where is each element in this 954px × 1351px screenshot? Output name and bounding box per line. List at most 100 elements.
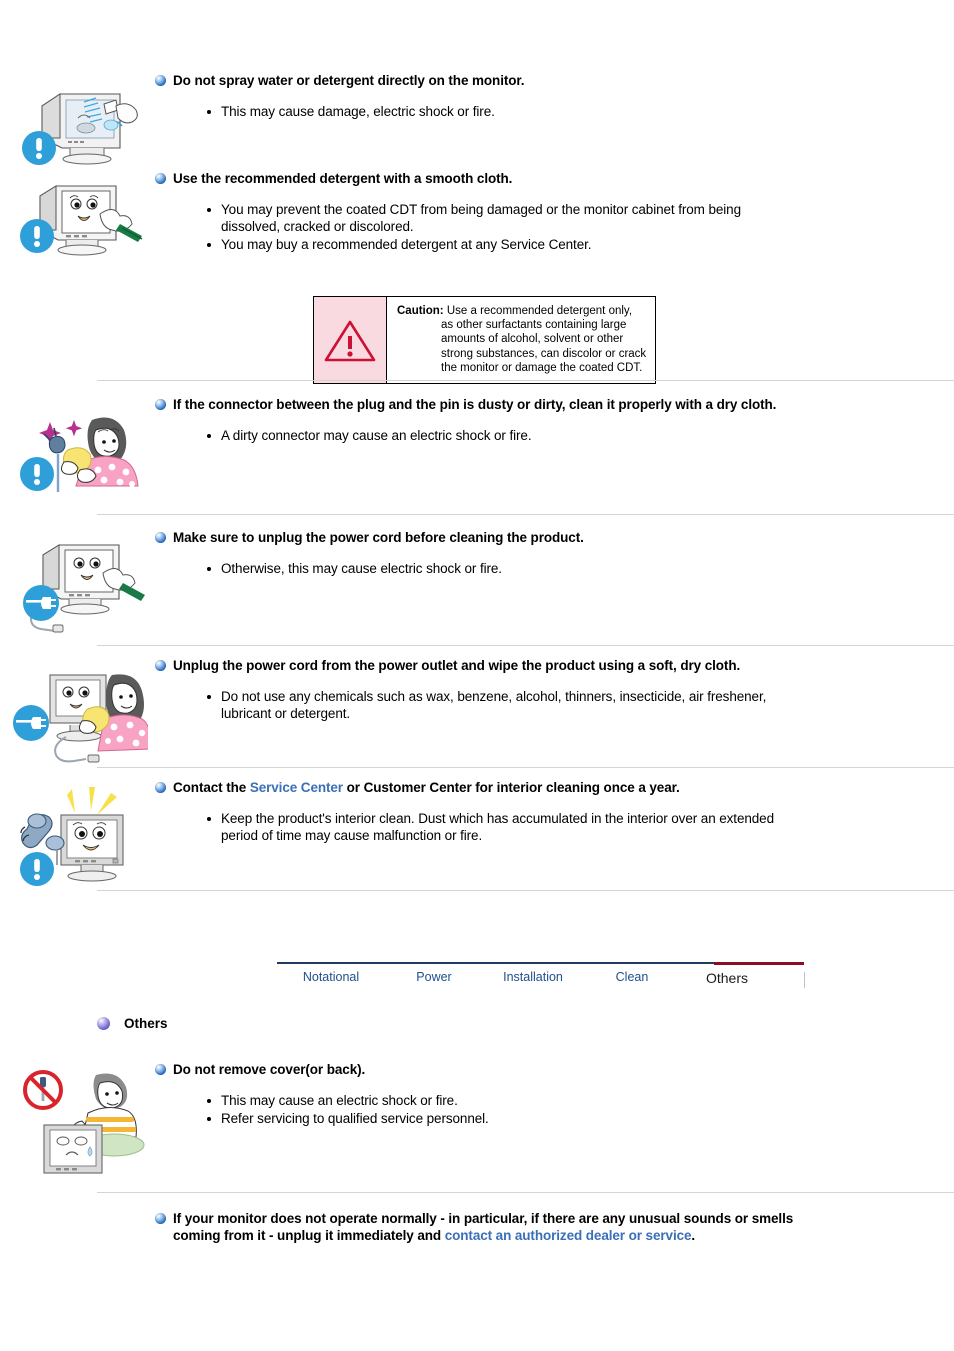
manual-page: Do not spray water or detergent directly… bbox=[0, 0, 954, 1351]
woman-wiping-monitor-illustration bbox=[8, 661, 148, 766]
no-screwdriver-open-cover-illustration bbox=[8, 1065, 148, 1175]
section-service-center: Contact the Service Center or Customer C… bbox=[0, 779, 954, 888]
caution-line-3: strong substances, can discolor or crack bbox=[441, 347, 647, 360]
figure-monitor-spray bbox=[0, 72, 155, 171]
list-item: Refer servicing to qualified service per… bbox=[207, 1110, 794, 1127]
text-wipe-soft-cloth: Unplug the power cord from the power out… bbox=[155, 657, 954, 723]
list-item: Otherwise, this may cause electric shock… bbox=[207, 560, 794, 577]
heading-text: Use the recommended detergent with a smo… bbox=[173, 171, 513, 186]
caution-line-2: amounts of alcohol, solvent or other bbox=[441, 333, 624, 346]
figure-woman-wiping bbox=[0, 657, 155, 766]
bullets-unplug-before-clean: Otherwise, this may cause electric shock… bbox=[155, 560, 794, 577]
blue-sphere-bullet-icon bbox=[155, 399, 166, 410]
bullets-wipe-soft-cloth: Do not use any chemicals such as wax, be… bbox=[155, 688, 794, 722]
caution-box: Caution: Use a recommended detergent onl… bbox=[313, 296, 657, 385]
heading-text: If the connector between the plug and th… bbox=[173, 397, 777, 412]
blue-sphere-bullet-icon bbox=[155, 1213, 166, 1224]
blue-sphere-bullet-icon bbox=[155, 1064, 166, 1075]
heading-text: Unplug the power cord from the power out… bbox=[173, 658, 741, 673]
heading-text: Do not remove cover(or back). bbox=[173, 1062, 366, 1077]
service-center-link[interactable]: Service Center bbox=[250, 780, 343, 795]
blue-sphere-bullet-icon bbox=[155, 782, 166, 793]
tab-clean[interactable]: Clean bbox=[583, 970, 681, 986]
tab-list: Notational Power Installation Clean Othe… bbox=[277, 970, 777, 986]
section-spray: Do not spray water or detergent directly… bbox=[0, 72, 954, 171]
list-item: This may cause damage, electric shock or… bbox=[207, 103, 794, 120]
bullets-spray: This may cause damage, electric shock or… bbox=[155, 103, 794, 120]
figure-monitor-wipe bbox=[0, 170, 155, 264]
list-item: You may buy a recommended detergent at a… bbox=[207, 236, 794, 253]
heading-text-post: . bbox=[691, 1228, 696, 1243]
heading-wipe-soft-cloth: Unplug the power cord from the power out… bbox=[155, 657, 794, 674]
heading-text-pre: Contact the bbox=[173, 780, 250, 795]
monitor-phone-call-illustration bbox=[9, 783, 147, 888]
caution-line-text: Use a recommended detergent only, bbox=[446, 305, 633, 317]
bullets-detergent: You may prevent the coated CDT from bein… bbox=[155, 201, 794, 253]
tab-active-indicator bbox=[714, 962, 804, 965]
text-connector: If the connector between the plug and th… bbox=[155, 396, 954, 445]
section-abnormal-operation: If your monitor does not operate normall… bbox=[0, 1210, 954, 1244]
divider bbox=[97, 1192, 954, 1193]
list-item: Keep the product's interior clean. Dust … bbox=[207, 810, 794, 844]
list-item: Do not use any chemicals such as wax, be… bbox=[207, 688, 794, 722]
text-unplug-before-clean: Make sure to unplug the power cord befor… bbox=[155, 529, 954, 578]
blue-sphere-bullet-icon bbox=[155, 75, 166, 86]
bullets-connector: A dirty connector may cause an electric … bbox=[155, 427, 794, 444]
purple-sphere-bullet-icon bbox=[97, 1017, 110, 1030]
text-abnormal-operation: If your monitor does not operate normall… bbox=[155, 1210, 954, 1244]
heading-unplug-before-clean: Make sure to unplug the power cord befor… bbox=[155, 529, 794, 546]
heading-detergent: Use the recommended detergent with a smo… bbox=[155, 170, 794, 187]
figure-monitor-unplug bbox=[0, 529, 155, 633]
caution-label: Caution: bbox=[397, 305, 444, 317]
tab-others[interactable]: Others bbox=[681, 970, 773, 986]
heading-spray: Do not spray water or detergent directly… bbox=[155, 72, 794, 89]
heading-remove-cover: Do not remove cover(or back). bbox=[155, 1061, 794, 1078]
monitor-unplug-illustration bbox=[9, 533, 147, 633]
caution-line-1: as other surfactants containing large bbox=[441, 319, 627, 332]
others-section-header: Others bbox=[97, 1016, 168, 1031]
blue-sphere-bullet-icon bbox=[155, 173, 166, 184]
tab-bar-line bbox=[277, 962, 714, 964]
text-detergent: Use the recommended detergent with a smo… bbox=[155, 170, 954, 254]
bullets-service-center: Keep the product's interior clean. Dust … bbox=[155, 810, 794, 844]
text-spray: Do not spray water or detergent directly… bbox=[155, 72, 954, 121]
heading-abnormal-operation: If your monitor does not operate normall… bbox=[155, 1210, 794, 1244]
tab-notational[interactable]: Notational bbox=[277, 970, 385, 986]
heading-text-post: or Customer Center for interior cleaning… bbox=[342, 780, 680, 795]
authorized-dealer-link[interactable]: contact an authorized dealer or service bbox=[445, 1228, 692, 1243]
list-item: A dirty connector may cause an electric … bbox=[207, 427, 794, 444]
divider bbox=[97, 767, 954, 768]
tab-bar: Notational Power Installation Clean Othe… bbox=[277, 962, 805, 1002]
text-service-center: Contact the Service Center or Customer C… bbox=[155, 779, 954, 845]
monitor-spray-bottle-illustration bbox=[12, 76, 144, 171]
divider bbox=[97, 890, 954, 891]
text-remove-cover: Do not remove cover(or back). This may c… bbox=[155, 1061, 954, 1128]
section-connector: If the connector between the plug and th… bbox=[0, 396, 954, 500]
caution-box-wrapper: Caution: Use a recommended detergent onl… bbox=[228, 296, 657, 385]
warning-triangle-icon bbox=[314, 297, 387, 384]
blue-sphere-bullet-icon bbox=[155, 532, 166, 543]
tab-power[interactable]: Power bbox=[385, 970, 483, 986]
blue-sphere-bullet-icon bbox=[155, 660, 166, 671]
list-item: This may cause an electric shock or fire… bbox=[207, 1092, 794, 1109]
others-label: Others bbox=[124, 1016, 168, 1031]
section-remove-cover: Do not remove cover(or back). This may c… bbox=[0, 1061, 954, 1175]
section-wipe-soft-cloth: Unplug the power cord from the power out… bbox=[0, 657, 954, 766]
figure-no-screwdriver bbox=[0, 1061, 155, 1175]
divider bbox=[97, 514, 954, 515]
caution-line-0: Caution: Use a recommended detergent onl… bbox=[397, 304, 646, 318]
bullets-remove-cover: This may cause an electric shock or fire… bbox=[155, 1092, 794, 1127]
figure-woman-plug bbox=[0, 396, 155, 500]
section-unplug-before-clean: Make sure to unplug the power cord befor… bbox=[0, 529, 954, 633]
figure-monitor-phone bbox=[0, 779, 155, 888]
figure-placeholder bbox=[0, 1210, 155, 1214]
divider bbox=[97, 380, 954, 381]
tab-installation[interactable]: Installation bbox=[483, 970, 583, 986]
tab-divider bbox=[804, 972, 805, 988]
heading-connector: If the connector between the plug and th… bbox=[155, 396, 794, 413]
section-detergent: Use the recommended detergent with a smo… bbox=[0, 170, 954, 264]
caution-text: Caution: Use a recommended detergent onl… bbox=[387, 297, 655, 383]
list-item: You may prevent the coated CDT from bein… bbox=[207, 201, 794, 235]
heading-text: Do not spray water or detergent directly… bbox=[173, 73, 525, 88]
caution-line-4: the monitor or damage the coated CDT. bbox=[441, 361, 643, 374]
